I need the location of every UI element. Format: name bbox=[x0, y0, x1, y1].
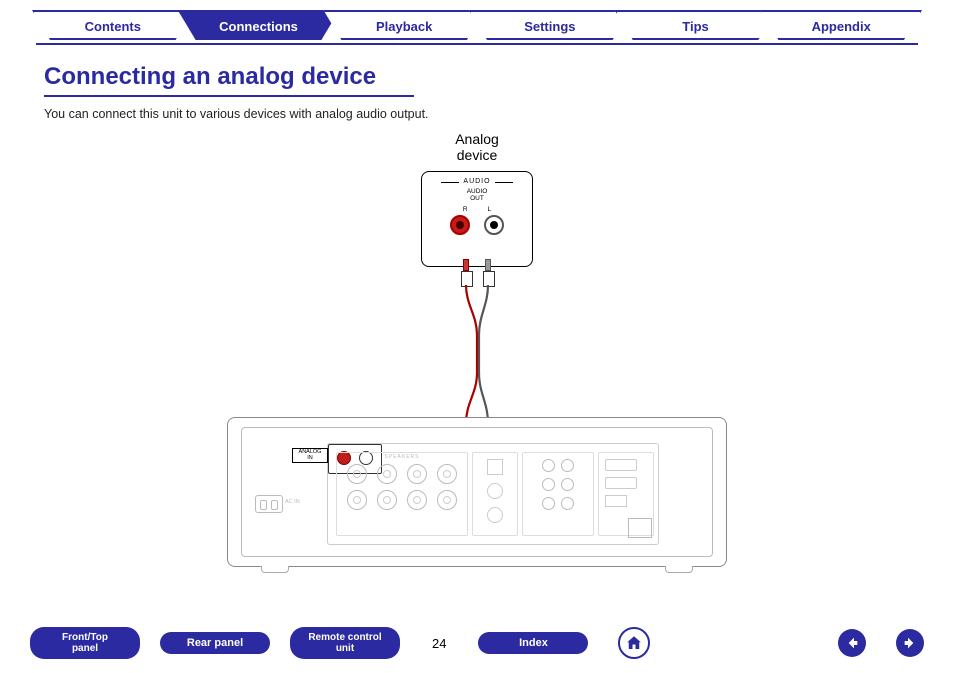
footer-bar: Front/Top panel Rear panel Remote contro… bbox=[0, 627, 954, 659]
foot-right bbox=[665, 566, 693, 573]
tab-label: Contents bbox=[85, 19, 141, 34]
top-tab-bar: Contents Connections Playback Settings T… bbox=[0, 0, 954, 43]
rca-jack-r bbox=[450, 215, 470, 235]
tab-appendix[interactable]: Appendix bbox=[760, 10, 922, 40]
channel-labels: R L bbox=[463, 206, 491, 213]
page-title: Connecting an analog device bbox=[44, 63, 910, 91]
prev-page-button[interactable] bbox=[838, 629, 866, 657]
tab-settings[interactable]: Settings bbox=[469, 10, 631, 40]
l-label: L bbox=[488, 206, 492, 213]
plug-top-r bbox=[461, 259, 471, 285]
title-rule bbox=[44, 95, 414, 97]
tab-label: Playback bbox=[376, 19, 432, 34]
rear-panel-plate: SPEAKERS bbox=[327, 443, 659, 545]
home-button[interactable] bbox=[618, 627, 650, 659]
audio-out-label: AUDIO OUT bbox=[467, 188, 488, 202]
footer-btn-front-top-panel[interactable]: Front/Top panel bbox=[30, 627, 140, 659]
foot-left bbox=[261, 566, 289, 573]
audio-caption: AUDIO bbox=[463, 178, 490, 185]
connection-diagram: Analog device AUDIO AUDIO OUT R L bbox=[157, 131, 797, 571]
content-area: Connecting an analog device You can conn… bbox=[0, 45, 954, 571]
tab-label: Settings bbox=[524, 19, 575, 34]
footer-btn-index[interactable]: Index bbox=[478, 632, 588, 654]
network-port bbox=[628, 518, 652, 538]
footer-btn-remote-control-unit[interactable]: Remote control unit bbox=[290, 627, 400, 659]
tab-contents[interactable]: Contents bbox=[32, 10, 194, 40]
tab-tips[interactable]: Tips bbox=[615, 10, 777, 40]
tab-connections[interactable]: Connections bbox=[178, 10, 340, 40]
page-number: 24 bbox=[432, 636, 446, 651]
tab-playback[interactable]: Playback bbox=[323, 10, 485, 40]
lead-text: You can connect this unit to various dev… bbox=[44, 107, 910, 121]
next-page-button[interactable] bbox=[896, 629, 924, 657]
source-jacks bbox=[450, 215, 504, 235]
tab-label: Tips bbox=[682, 19, 709, 34]
receiver-unit: AC IN SPEAKERS bbox=[227, 417, 727, 567]
arrow-right-icon bbox=[902, 635, 918, 651]
manual-page: Contents Connections Playback Settings T… bbox=[0, 0, 954, 673]
rca-jack-l bbox=[484, 215, 504, 235]
footer-btn-rear-panel[interactable]: Rear panel bbox=[160, 632, 270, 654]
ac-in-label: AC IN bbox=[285, 499, 300, 505]
tab-label: Connections bbox=[219, 19, 298, 34]
arrow-left-icon bbox=[844, 635, 860, 651]
analog-in-label: ANALOG IN bbox=[292, 448, 328, 463]
analog-source-box: AUDIO AUDIO OUT R L bbox=[421, 171, 533, 267]
cable-wire bbox=[447, 285, 507, 423]
plug-top-l bbox=[483, 259, 493, 285]
source-device-label: Analog device bbox=[455, 131, 499, 163]
audio-out-group bbox=[522, 452, 594, 536]
ac-inlet bbox=[255, 495, 283, 513]
speaker-terminals: SPEAKERS bbox=[336, 452, 468, 536]
digital-in-group bbox=[472, 452, 518, 536]
tab-label: Appendix bbox=[812, 19, 871, 34]
home-icon bbox=[625, 634, 643, 652]
r-label: R bbox=[463, 206, 468, 213]
